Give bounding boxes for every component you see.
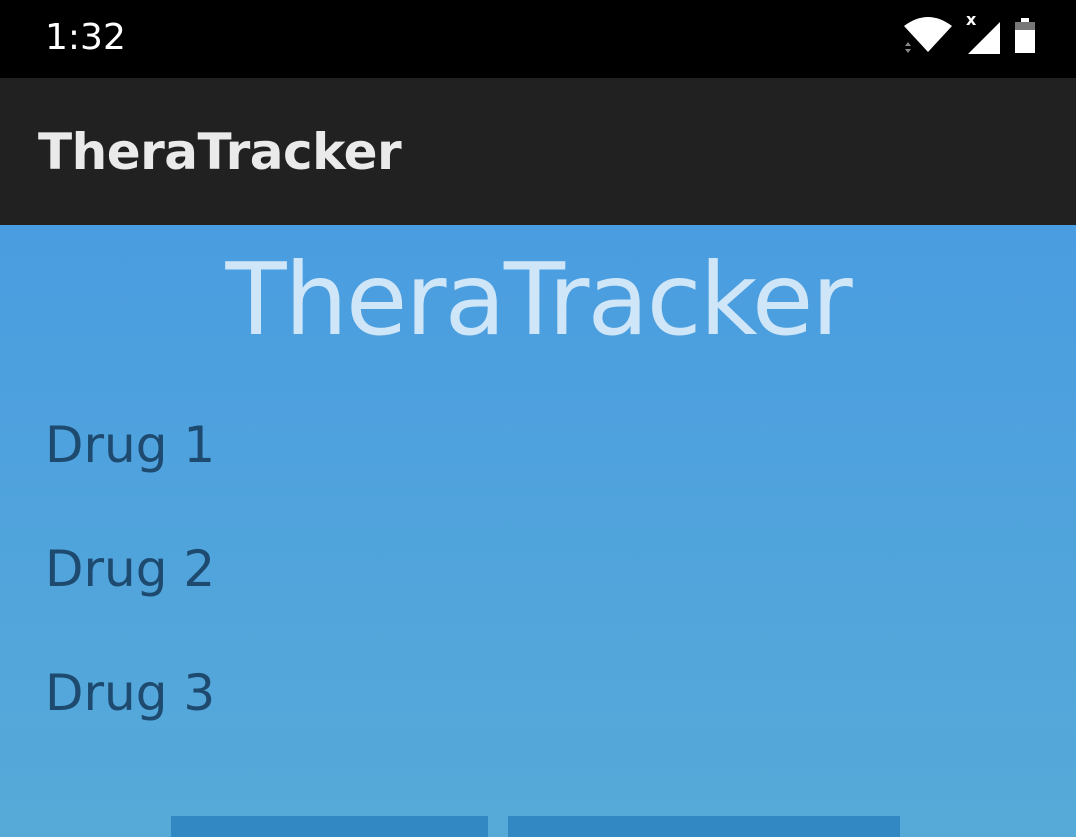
status-bar: 1:32 x — [0, 0, 1076, 78]
left-action-button[interactable] — [171, 816, 488, 837]
right-action-button[interactable] — [508, 816, 900, 837]
drug-item-3[interactable]: Drug 3 — [45, 663, 215, 787]
main-content: TheraTracker Drug 1 Drug 2 Drug 3 — [0, 225, 1076, 837]
battery-icon — [1014, 18, 1036, 58]
wifi-icon — [902, 16, 954, 60]
screen: 1:32 x TheraTracker TheraTracker Drug 1 … — [0, 0, 1076, 837]
app-bar-title: TheraTracker — [38, 123, 402, 181]
page-title: TheraTracker — [225, 241, 852, 358]
status-time: 1:32 — [45, 17, 126, 58]
drug-item-1[interactable]: Drug 1 — [45, 415, 215, 539]
status-icons: x — [902, 12, 1036, 60]
app-bar: TheraTracker — [0, 78, 1076, 225]
drug-item-2[interactable]: Drug 2 — [45, 539, 215, 663]
drug-list: Drug 1 Drug 2 Drug 3 — [45, 415, 215, 787]
signal-icon: x — [964, 12, 1004, 58]
